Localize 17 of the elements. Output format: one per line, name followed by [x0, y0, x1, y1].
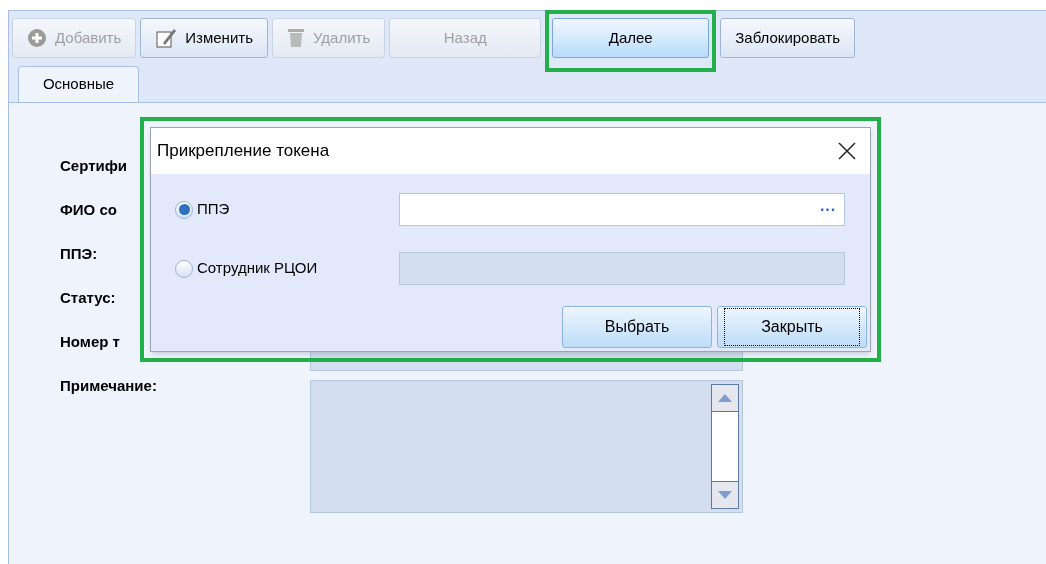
form-label: Примечание:	[60, 376, 157, 396]
dialog-title: Прикрепление токена	[157, 140, 330, 163]
toolbar-button[interactable]: Изменить	[140, 18, 268, 58]
radio-label: Сотрудник РЦОИ	[197, 258, 318, 279]
picker-field[interactable]: ···	[399, 193, 845, 226]
radio-label: ППЭ	[197, 199, 230, 220]
dialog-button[interactable]: Выбрать	[562, 306, 712, 348]
ellipsis-button[interactable]: ···	[820, 201, 836, 218]
form-label: ФИО со	[60, 200, 117, 220]
toolbar-button[interactable]: Далее	[552, 18, 710, 58]
tab[interactable]: Основные	[18, 66, 139, 102]
dialog-button[interactable]: Закрыть	[717, 306, 867, 348]
toolbar-button[interactable]: Заблокировать	[720, 18, 855, 58]
form-label: Номер т	[60, 332, 120, 352]
form-label: ППЭ:	[60, 244, 98, 264]
form-label: Сертифи	[60, 156, 128, 176]
form-label: Статус:	[60, 288, 116, 308]
